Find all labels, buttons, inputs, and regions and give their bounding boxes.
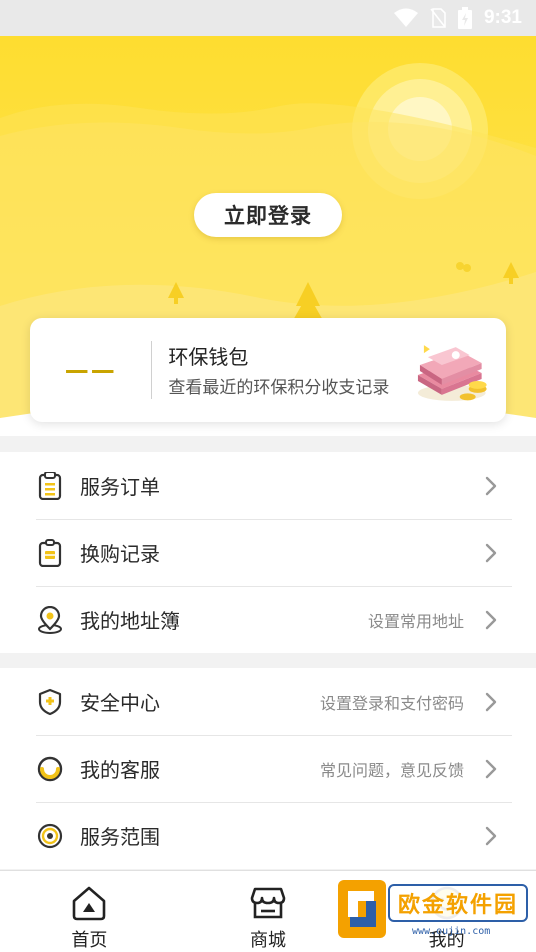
- menu-label: 换购记录: [80, 542, 160, 566]
- shield-icon: [36, 688, 64, 716]
- location-pin-icon: [36, 605, 64, 634]
- store-icon: [248, 883, 288, 922]
- range-icon: [36, 822, 64, 850]
- chevron-right-icon: [485, 476, 497, 495]
- menu-item-customer-service[interactable]: 我的客服 常见问题，意见反馈: [0, 735, 536, 802]
- battery-charging-icon: [457, 7, 472, 29]
- money-stack-icon: [418, 345, 488, 401]
- menu-hint: 常见问题，意见反馈: [319, 760, 464, 780]
- chevron-right-icon: [485, 759, 497, 778]
- menu-label: 安全中心: [80, 691, 160, 715]
- status-bar: 9:31: [0, 0, 536, 36]
- chevron-right-icon: [485, 543, 497, 562]
- menu-group-orders: 服务订单 换购记录 我的地址簿 设置常用地址: [0, 452, 536, 653]
- login-button[interactable]: 立即登录: [194, 193, 342, 237]
- watermark-text: 欧金软件园: [388, 884, 528, 922]
- tab-home[interactable]: 首页: [0, 871, 179, 952]
- eco-wallet-card[interactable]: —— 环保钱包 查看最近的环保积分收支记录: [30, 318, 506, 422]
- watermark: 欧金软件园 www.oujin.com: [338, 880, 532, 946]
- wifi-icon: [393, 8, 418, 28]
- menu-label: 服务范围: [80, 825, 160, 849]
- watermark-url: www.oujin.com: [412, 926, 491, 937]
- menu-hint: 设置常用地址: [367, 611, 464, 631]
- menu-label: 我的地址簿: [80, 609, 180, 633]
- tab-label: 商城: [250, 930, 286, 951]
- menu-item-exchange-records[interactable]: 换购记录: [0, 519, 536, 586]
- menu-item-security-center[interactable]: 安全中心 设置登录和支付密码: [0, 668, 536, 735]
- menu-label: 服务订单: [80, 475, 160, 499]
- menu-group-settings: 安全中心 设置登录和支付密码 我的客服 常见问题，意见反馈 服务范围: [0, 668, 536, 869]
- chevron-right-icon: [485, 692, 497, 711]
- menu-label: 我的客服: [80, 758, 160, 782]
- home-icon: [69, 883, 109, 922]
- chevron-right-icon: [485, 826, 497, 845]
- wallet-description: 查看最近的环保积分收支记录: [168, 378, 390, 398]
- clock: 9:31: [483, 7, 522, 28]
- menu-hint: 设置登录和支付密码: [319, 693, 464, 713]
- tab-label: 首页: [71, 930, 108, 951]
- clipboard-icon: [36, 471, 64, 500]
- menu-item-service-orders[interactable]: 服务订单: [0, 452, 536, 519]
- wallet-title: 环保钱包: [168, 345, 249, 369]
- watermark-logo-icon: [338, 880, 386, 938]
- tab-store[interactable]: 商城: [179, 871, 358, 952]
- menu-item-address-book[interactable]: 我的地址簿 设置常用地址: [0, 586, 536, 653]
- wallet-amount: ——: [64, 356, 117, 384]
- no-sim-icon: [430, 8, 446, 28]
- chevron-right-icon: [485, 610, 497, 629]
- customer-service-icon: [36, 755, 64, 783]
- exchange-record-icon: [36, 538, 64, 567]
- wallet-info: 环保钱包 查看最近的环保积分收支记录: [152, 341, 408, 399]
- menu-item-service-range[interactable]: 服务范围: [0, 802, 536, 869]
